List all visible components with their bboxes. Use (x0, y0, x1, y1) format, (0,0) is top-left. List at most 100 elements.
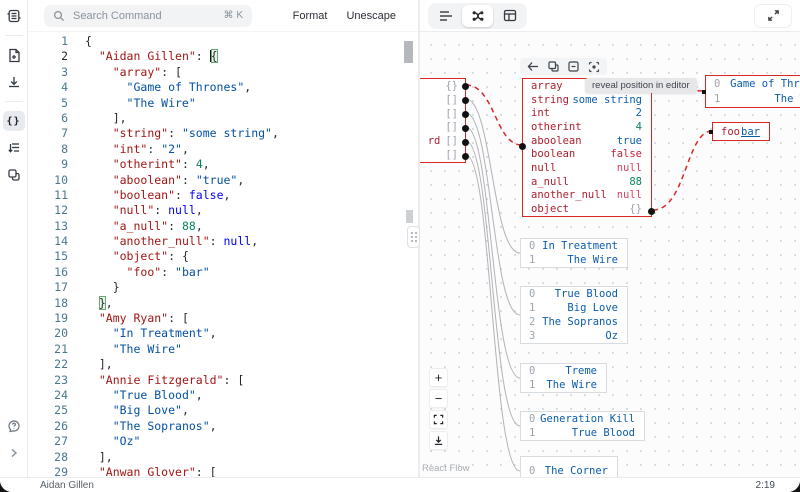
reveal-tooltip: reveal position in editor (585, 78, 697, 93)
fit-view-button[interactable] (429, 410, 448, 429)
view-toggle-group (428, 3, 527, 29)
code-line: 10 "aboolean": "true", (28, 173, 418, 188)
game-of-thrones-array-node[interactable]: 0Game of Thrones1The Wire (705, 75, 800, 108)
line-number: 15 (28, 249, 68, 264)
node-row: nullnull (523, 161, 651, 175)
graph-view-button[interactable] (462, 5, 493, 27)
fullscreen-button[interactable] (754, 4, 792, 28)
search-input[interactable] (71, 9, 218, 23)
code-line: 23 "Annie Fitzgerald": [ (28, 373, 418, 388)
json-editor-tab-icon[interactable]: {} (3, 111, 25, 131)
editor-pane: ⌘ K Format Unescape 1{2 "Aidan Gillen": … (28, 0, 418, 477)
node-row: 3Oz (521, 329, 627, 343)
connection-handle (462, 111, 469, 118)
annie-fitzgerald-node[interactable]: 0True Blood1Big Love2The Sopranos3Oz (520, 286, 628, 344)
braces-icon: {} (6, 116, 20, 127)
new-file-icon[interactable] (3, 45, 25, 65)
node-toolbar (520, 58, 607, 75)
node-row: abooleantrue (523, 134, 651, 148)
line-number: 26 (28, 419, 68, 434)
node-row: [] (420, 107, 465, 121)
connection-handle (520, 470, 521, 474)
code-line: 18 }, (28, 296, 418, 311)
connection-handle (702, 90, 706, 94)
graph-canvas[interactable]: reveal position in editor + − (420, 32, 800, 477)
line-number: 5 (28, 96, 68, 111)
react-flow-attribution[interactable]: React Flow (422, 463, 470, 474)
treme-node[interactable]: 0Treme1The Wire (520, 363, 607, 393)
generation-kill-node[interactable]: 0Generation Kill1True Blood (520, 411, 645, 441)
app-window: {} (0, 0, 800, 492)
code-line: 17 } (28, 280, 418, 295)
connection-handle (520, 314, 521, 318)
statusbar: Aidan Gillen 2:19 (0, 477, 800, 492)
transform-icon[interactable] (3, 138, 25, 158)
main-area: {} (0, 0, 800, 477)
search-icon (53, 10, 65, 22)
help-icon[interactable] (3, 416, 25, 436)
line-number: 27 (28, 434, 68, 449)
code-line: 25 "Big Love", (28, 403, 418, 418)
zoom-out-button[interactable]: − (429, 389, 448, 408)
node-row: 1True Blood (521, 426, 644, 440)
sidebar: {} (0, 0, 28, 477)
search-command-box[interactable]: ⌘ K (44, 5, 252, 27)
code-line: 3 "array": [ (28, 65, 418, 80)
node-row: object{} (523, 202, 651, 216)
node-row: 0Treme (521, 364, 606, 378)
json-code-editor[interactable]: 1{2 "Aidan Gillen": {3 "array": [4 "Game… (28, 32, 418, 477)
back-icon[interactable] (527, 61, 539, 72)
format-button[interactable]: Format (293, 10, 328, 22)
node-row: {} (420, 79, 465, 93)
copy-tools-icon[interactable] (3, 165, 25, 185)
node-row: 0Game of Thrones (706, 76, 800, 92)
editor-scrollbar-thumb[interactable] (404, 41, 413, 63)
app-logo-icon[interactable] (3, 6, 25, 26)
line-number: 2 (28, 49, 68, 64)
line-number: 29 (28, 465, 68, 477)
node-row: 1The Wire (521, 253, 627, 267)
expand-sidebar-icon[interactable] (3, 443, 25, 463)
line-number: 1 (28, 34, 68, 49)
zoom-in-button[interactable]: + (429, 368, 448, 387)
line-number: 11 (28, 188, 68, 203)
connection-handle (520, 377, 521, 381)
copy-node-icon[interactable] (548, 61, 559, 72)
code-line: 16 "foo": "bar" (28, 265, 418, 280)
code-line: 20 "In Treatment", (28, 326, 418, 341)
focus-node-icon[interactable] (588, 61, 600, 73)
code-line: 6 ], (28, 111, 418, 126)
sidebar-divider (5, 35, 23, 36)
code-line: 24 "True Blood", (28, 388, 418, 403)
connection-handle (520, 252, 521, 256)
connection-handle (462, 125, 469, 132)
list-view-button[interactable] (430, 5, 461, 27)
code-line: 1{ (28, 34, 418, 49)
root-node[interactable]: {}[][][]rd[][] (420, 78, 466, 163)
node-row: another_nullnull (523, 189, 651, 203)
foo-bar-node[interactable]: foobar (712, 122, 770, 141)
unescape-button[interactable]: Unescape (346, 10, 396, 22)
code-line: 7 "string": "some string", (28, 126, 418, 141)
node-row: foobar (713, 123, 769, 140)
download-image-button[interactable] (429, 431, 448, 450)
line-number: 8 (28, 142, 68, 157)
editor-scrollbar-mark (406, 210, 413, 223)
node-row: 1The Wire (521, 378, 606, 392)
node-row: stringsome string (523, 93, 651, 107)
search-shortcut: ⌘ K (224, 10, 243, 21)
collapse-node-icon[interactable] (568, 61, 579, 72)
aidan-gillen-node[interactable]: arraystringsome stringint2otherint4abool… (522, 78, 652, 217)
divider-drag-handle[interactable] (407, 226, 420, 248)
code-line: 8 "int": "2", (28, 142, 418, 157)
table-view-button[interactable] (494, 5, 525, 27)
code-line: 27 "Oz" (28, 434, 418, 449)
amy-ryan-node[interactable]: 0In Treatment1The Wire (520, 238, 628, 268)
node-row: otherint4 (523, 120, 651, 134)
code-line: 5 "The Wire" (28, 96, 418, 111)
code-line: 28 ], (28, 450, 418, 465)
line-number: 20 (28, 326, 68, 341)
download-icon[interactable] (3, 72, 25, 92)
node-row: 1The Wire (706, 92, 800, 108)
the-corner-node[interactable]: 0The Corner (520, 456, 618, 477)
